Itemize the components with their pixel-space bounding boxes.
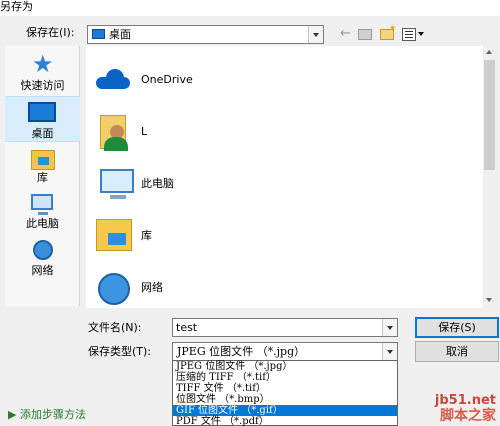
place-label: 此电脑 [26, 217, 59, 230]
save-button[interactable]: 保存(S) [415, 317, 499, 338]
dropdown-option[interactable]: 位图文件 （*.bmp） [173, 394, 397, 405]
library-icon [31, 150, 55, 170]
cancel-button[interactable]: 取消 [415, 341, 499, 362]
view-menu-arrow-icon[interactable] [418, 32, 424, 36]
place-label: 桌面 [31, 127, 54, 140]
scroll-thumb[interactable] [484, 60, 495, 170]
dropdown-option[interactable]: 压缩的 TIFF （*.tif） [173, 372, 397, 383]
computer-icon [100, 169, 134, 193]
onedrive-cloud-icon [96, 69, 132, 89]
dropdown-option[interactable]: JPEG 位图文件 （*.jpg） [173, 361, 397, 372]
chevron-down-icon[interactable] [308, 26, 323, 43]
up-folder-icon[interactable] [358, 29, 372, 40]
network-icon [33, 240, 53, 260]
filename-label: 文件名(N): [88, 321, 142, 334]
place-library[interactable]: 库 [5, 144, 80, 190]
star-icon: ★ [32, 50, 54, 78]
background-link[interactable]: ▶ 添加步骤方法 [8, 408, 86, 422]
item-name: 库 [141, 229, 152, 242]
place-label: 网络 [31, 264, 54, 277]
dropdown-option[interactable]: PDF 文件 （*.pdf） [173, 416, 397, 426]
places-bar: ★ 快速访问 桌面 库 此电脑 网络 [5, 46, 80, 306]
filename-combo[interactable] [172, 318, 398, 337]
desktop-icon [28, 102, 56, 122]
user-body-shape [104, 137, 128, 151]
item-name: OneDrive [141, 73, 193, 86]
item-name: 此电脑 [141, 177, 174, 190]
scroll-down-icon[interactable] [486, 298, 492, 302]
save-in-dropdown[interactable]: 桌面 [87, 25, 324, 44]
filename-input[interactable] [176, 320, 376, 335]
vertical-scrollbar[interactable] [483, 46, 496, 308]
item-name: L [141, 125, 148, 138]
place-this-pc[interactable]: 此电脑 [5, 190, 80, 236]
place-label: 快速访问 [20, 79, 65, 92]
chevron-down-icon[interactable] [382, 343, 397, 360]
list-item[interactable]: 此电脑 [86, 159, 481, 209]
save-in-value: 桌面 [109, 28, 131, 41]
filetype-value: JPEG 位图文件 （*.jpg） [177, 345, 306, 358]
site-watermark: jb51.net 脚本之家 [434, 393, 496, 425]
filetype-label: 保存类型(T): [88, 345, 152, 358]
list-item[interactable]: L [86, 107, 481, 157]
place-quick-access[interactable]: ★ 快速访问 [5, 50, 80, 96]
view-menu-icon[interactable] [402, 28, 416, 41]
dropdown-option-highlighted[interactable]: GIF 位图文件 （*.gif） [173, 405, 397, 416]
dropdown-option[interactable]: TIFF 文件 （*.tif） [173, 383, 397, 394]
watermark-name: 脚本之家 [440, 408, 496, 424]
list-item[interactable]: 库 [86, 211, 481, 261]
chevron-down-icon[interactable] [382, 319, 397, 336]
list-item[interactable]: OneDrive [86, 55, 481, 105]
watermark-domain: jb51.net [434, 393, 496, 408]
window-title: 另存为 [0, 0, 33, 13]
place-desktop[interactable]: 桌面 [5, 96, 80, 142]
scroll-up-icon[interactable] [486, 50, 492, 54]
title-bar: 另存为 [0, 0, 500, 16]
file-list[interactable]: OneDrive L 此电脑 库 网络 [86, 46, 496, 308]
place-label: 库 [37, 171, 48, 184]
computer-stand-shape [110, 195, 126, 199]
filetype-select[interactable]: JPEG 位图文件 （*.jpg） [172, 342, 398, 361]
list-item[interactable]: 网络 [86, 263, 481, 313]
desktop-icon [92, 29, 105, 39]
save-in-label: 保存在(I): [26, 26, 75, 39]
back-arrow-icon[interactable]: ← [340, 27, 356, 43]
computer-icon [31, 194, 53, 215]
network-icon [98, 273, 130, 305]
place-network[interactable]: 网络 [5, 236, 80, 282]
sparkle-icon: ✴ [389, 24, 397, 34]
item-name: 网络 [141, 281, 163, 294]
filetype-dropdown-list[interactable]: JPEG 位图文件 （*.jpg） 压缩的 TIFF （*.tif） TIFF … [172, 360, 398, 426]
library-inner-shape [108, 233, 126, 245]
